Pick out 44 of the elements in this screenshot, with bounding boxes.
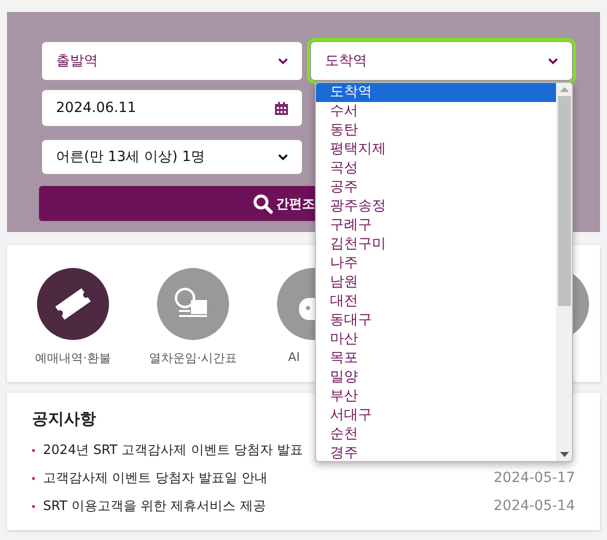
bullet-icon — [32, 448, 35, 452]
ticket-icon[interactable] — [37, 268, 109, 340]
notice-date: 2024-05-17 — [494, 470, 575, 486]
station-option[interactable]: 도착역 — [316, 83, 556, 102]
fare-icon[interactable] — [157, 268, 229, 340]
passenger-select[interactable]: 어른(만 13세 이상) 1명 — [42, 140, 302, 174]
notice-link[interactable]: SRT 이용고객을 위한 제휴서비스 제공 — [43, 497, 494, 515]
station-option[interactable]: 동대구 — [316, 311, 556, 330]
search-icon — [253, 194, 273, 214]
station-option[interactable]: 마산 — [316, 330, 556, 349]
station-option[interactable]: 곡성 — [316, 159, 556, 178]
station-option[interactable]: 광주송정 — [316, 197, 556, 216]
chevron-icon — [278, 58, 288, 64]
departure-select[interactable]: 출발역 — [42, 42, 302, 80]
station-option[interactable]: 순천 — [316, 425, 556, 444]
station-option[interactable]: 동탄 — [316, 121, 556, 140]
chevron-icon — [548, 58, 558, 64]
scrollbar-thumb[interactable] — [558, 96, 570, 306]
menu-label[interactable]: AI — [288, 350, 300, 364]
station-option[interactable]: 목포 — [316, 349, 556, 368]
notice-heading: 공지사항 — [32, 409, 96, 430]
bullet-icon — [32, 504, 35, 508]
station-option[interactable]: 수서 — [316, 102, 556, 121]
calendar-icon — [275, 102, 288, 114]
notice-date: 2024-05-14 — [494, 498, 575, 514]
menu-label[interactable]: 열차운임·시간표 — [149, 350, 237, 367]
station-option[interactable]: 평택지제 — [316, 140, 556, 159]
scroll-down-icon[interactable] — [560, 452, 568, 457]
scrollbar[interactable] — [556, 83, 572, 461]
station-option[interactable]: 밀양 — [316, 368, 556, 387]
station-option[interactable]: 김천구미 — [316, 235, 556, 254]
station-option[interactable]: 대전 — [316, 292, 556, 311]
station-option[interactable]: 남원 — [316, 273, 556, 292]
notice-link[interactable]: 고객감사제 이벤트 당첨자 발표일 안내 — [43, 469, 494, 487]
arrival-select[interactable]: 도착역 — [311, 42, 572, 80]
station-option[interactable]: 나주 — [316, 254, 556, 273]
station-option[interactable]: 경주 — [316, 444, 556, 461]
station-option[interactable]: 서대구 — [316, 406, 556, 425]
menu-label[interactable]: 예매내역·환불 — [35, 350, 111, 367]
chevron-icon — [278, 154, 288, 160]
scroll-up-icon[interactable] — [560, 87, 568, 92]
bullet-icon — [32, 476, 35, 480]
date-field[interactable]: 2024.06.11 — [42, 90, 302, 126]
station-option[interactable]: 부산 — [316, 387, 556, 406]
